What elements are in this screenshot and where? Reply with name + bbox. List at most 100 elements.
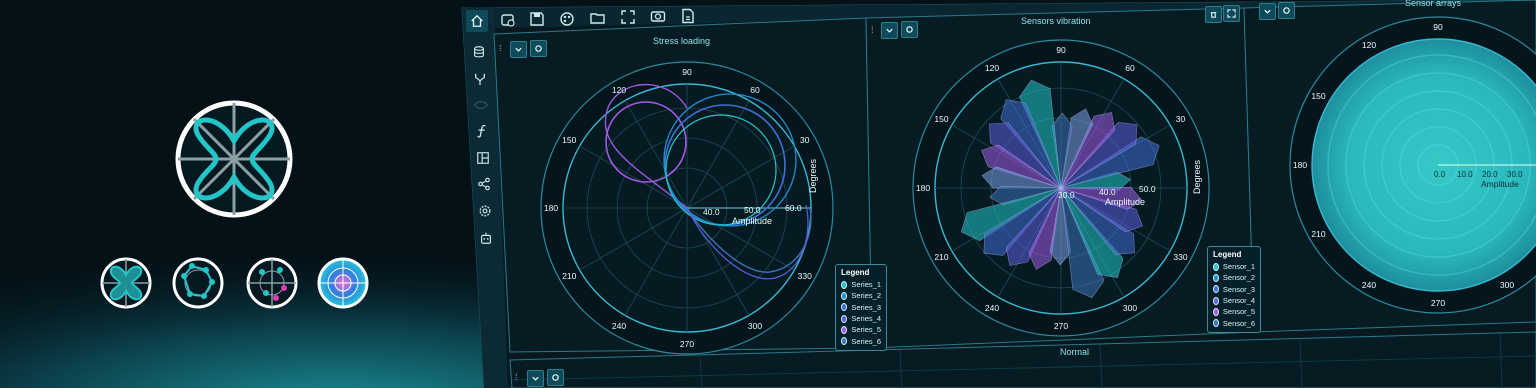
angle-tick-label: 120 [1361,40,1377,51]
radial-tick-label: 40.0 [703,207,720,217]
chart-title-sensors-vibration: Sensors vibration [1021,16,1091,26]
legend-item[interactable]: Sensor_5 [1213,306,1255,317]
radial-tick-label: 0.0 [1434,170,1446,179]
function-icon[interactable] [471,120,493,142]
legend-item-label: Sensor_1 [1222,262,1255,272]
open-folder-icon[interactable] [587,7,609,29]
camera-icon[interactable] [647,5,669,27]
drag-handle[interactable]: ⁞ [871,25,874,35]
legend-item[interactable]: Sensor_3 [1213,284,1255,295]
legend-item[interactable]: Sensor_6 [1213,317,1255,328]
drag-handle[interactable]: ⁞ [515,372,518,382]
legend-item[interactable]: Series_2 [841,290,881,301]
angle-tick-label: 30 [1175,114,1186,124]
panel3-dropdown-button[interactable] [1259,3,1276,20]
angle-tick-label: 270 [679,339,695,349]
angle-tick-label: 180 [915,183,931,193]
angle-tick-label: 330 [1173,252,1188,262]
visibility-icon[interactable] [470,94,492,116]
radial-axis-label: Amplitude [732,216,773,226]
legend-item-label: Sensor_4 [1222,296,1255,306]
legend-item[interactable]: Series_1 [841,279,881,290]
angle-tick-label: 270 [1053,321,1069,331]
new-chart-icon[interactable] [497,9,519,31]
chart-title-stress-loading: Stress loading [653,36,711,46]
layout-icon[interactable] [472,147,494,169]
legend-swatch-icon [1213,296,1219,305]
export-pdf-icon[interactable] [677,5,699,27]
legend-swatch-icon [1213,285,1219,294]
legend-item-label: Series_6 [851,336,881,346]
radial-axis-label: Amplitude [1105,197,1146,207]
settings-icon[interactable] [474,200,496,222]
app-logo [175,100,293,218]
angle-tick-label: 270 [1430,298,1446,308]
polar-chart-icon [100,257,152,309]
radial-axis-label: Amplitude [1481,179,1519,189]
chart-title-sensor-arrays: Sensor arrays [1405,0,1462,8]
palette-icon[interactable] [556,8,578,30]
legend-item-label: Series_5 [851,325,881,335]
legend-swatch-icon [841,291,848,300]
radial-tick-label: 30.0 [1507,170,1523,179]
angle-tick-label: 210 [1311,229,1326,239]
legend-item[interactable]: Sensor_4 [1213,295,1255,306]
legend-swatch-icon [841,303,848,312]
share-icon[interactable] [473,173,495,195]
bottom-panel-title: Normal [1060,347,1090,357]
legend-item[interactable]: Series_6 [841,335,881,346]
legend-item-label: Sensor_2 [1222,273,1255,283]
panel2-expand-button[interactable] [1223,5,1240,22]
angle-tick-label: 120 [611,85,627,96]
legend-swatch-icon [1213,307,1219,316]
angle-tick-label: 240 [1361,279,1377,290]
legend-swatch-icon [841,314,848,323]
angle-tick-label: 180 [543,203,559,213]
angle-tick-label: 90 [1056,45,1066,55]
legend-item[interactable]: Series_3 [841,302,881,313]
legend-swatch-icon [1213,262,1219,271]
background [0,0,1536,388]
panel2-settings-button[interactable] [901,21,918,38]
legend-item-label: Sensor_3 [1222,284,1255,294]
angle-tick-label: 210 [562,271,577,281]
legend-item-label: Series_4 [851,314,881,324]
angular-axis-label: Degrees [808,158,818,193]
panel2-dropdown-button[interactable] [881,22,898,39]
legend-swatch-icon [841,337,848,346]
legend-stress-loading: Legend Series_1 Series_2 Series_3 Series_4 S… [835,264,887,351]
angle-tick-label: 300 [1499,279,1515,290]
panel2-delete-button[interactable] [1205,6,1222,23]
angle-tick-label: 150 [934,114,949,124]
panel4-settings-button[interactable] [547,369,564,386]
angle-tick-label: 180 [1292,160,1308,170]
panel4-dropdown-button[interactable] [527,370,544,387]
panel3-settings-button[interactable] [1278,2,1295,19]
legend-swatch-icon [1213,319,1219,328]
angle-tick-label: 300 [1122,302,1138,313]
fork-icon[interactable] [469,68,491,90]
network-chart-icon [172,257,224,309]
legend-swatch-icon [841,280,848,289]
database-icon[interactable] [468,41,490,63]
save-icon[interactable] [526,8,548,30]
angle-tick-label: 240 [611,320,627,331]
legend-swatch-icon [1213,273,1219,282]
robot-icon[interactable] [475,227,497,249]
angle-tick-label: 240 [984,302,1000,313]
panel1-dropdown-button[interactable] [510,41,527,58]
legend-title: Legend [841,268,870,277]
angle-tick-label: 300 [747,320,763,331]
panel1-settings-button[interactable] [530,40,547,57]
angle-tick-label: 30 [800,135,810,145]
legend-item[interactable]: Series_4 [841,313,881,324]
fullscreen-icon[interactable] [617,6,639,28]
legend-item[interactable]: Series_5 [841,324,881,335]
angle-tick-label: 60 [750,85,760,96]
angle-tick-label: 60 [1125,63,1135,74]
drag-handle[interactable]: ⁞ [499,43,502,53]
legend-item[interactable]: Sensor_1 [1213,261,1255,272]
legend-item[interactable]: Sensor_2 [1213,272,1255,283]
home-icon[interactable] [466,10,488,32]
legend-sensors-vibration: Legend Sensor_1 Sensor_2 Sensor_3 Sensor_4 S… [1207,246,1261,333]
